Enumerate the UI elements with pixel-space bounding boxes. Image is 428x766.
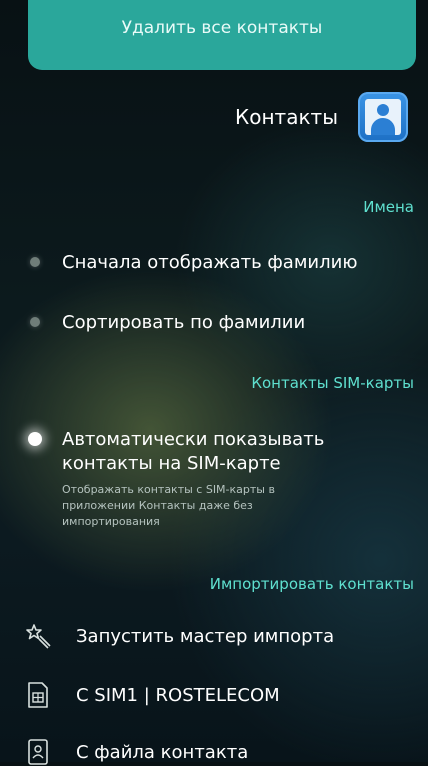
section-sim-header: Контакты SIM-карты <box>251 374 414 392</box>
option-title-line2: контакты на SIM-карте <box>62 453 281 474</box>
section-names-header: Имена <box>363 198 414 216</box>
option-sort-by-surname[interactable]: Сортировать по фамилии <box>30 311 305 335</box>
import-wizard-item[interactable]: Запустить мастер импорта <box>24 622 334 650</box>
import-from-sim1-label: С SIM1 | ROSTELECOM <box>76 684 280 706</box>
import-wizard-label: Запустить мастер импорта <box>76 625 335 647</box>
section-import-header: Импортировать контакты <box>209 575 414 593</box>
page-title: Контакты <box>235 105 338 129</box>
option-label: Сначала отображать фамилию <box>62 252 358 273</box>
delete-all-contacts-label: Удалить все контакты <box>121 18 323 38</box>
delete-all-contacts-button[interactable]: Удалить все контакты <box>28 0 416 70</box>
radio-dot-icon <box>30 257 40 267</box>
import-from-file-label: С файла контакта <box>76 741 249 763</box>
page-header: Контакты <box>235 92 408 142</box>
radio-dot-icon <box>30 317 40 327</box>
option-title-line1: Автоматически показывать <box>62 429 325 450</box>
magic-wand-icon <box>24 622 52 650</box>
radio-dot-active-icon <box>28 432 42 446</box>
option-auto-show-sim-contacts[interactable]: Автоматически показывать контакты на SIM… <box>28 428 342 530</box>
option-subtitle: Отображать контакты с SIM-карты в прилож… <box>62 483 275 528</box>
option-label: Сортировать по фамилии <box>62 312 306 333</box>
import-from-sim1-item[interactable]: С SIM1 | ROSTELECOM <box>24 681 280 709</box>
contacts-app-icon <box>358 92 408 142</box>
option-show-surname-first[interactable]: Сначала отображать фамилию <box>30 251 357 275</box>
sim-card-icon <box>24 681 52 709</box>
